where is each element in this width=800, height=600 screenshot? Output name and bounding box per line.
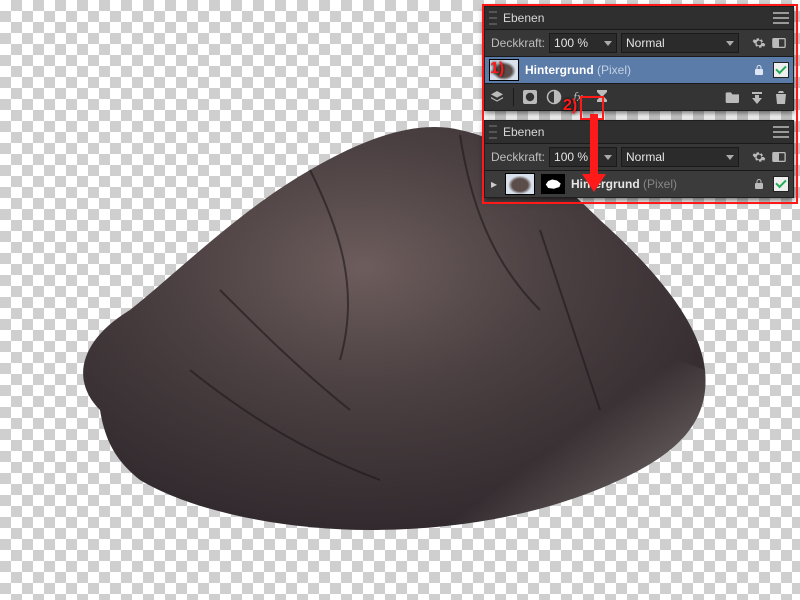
opacity-value-combo[interactable]: 100 % [549, 147, 617, 167]
layer-type: (Pixel) [597, 63, 631, 77]
layer-mask-thumbnail[interactable] [541, 174, 565, 194]
layers-toolbar: fx [485, 83, 793, 110]
layer-thumbnail[interactable] [489, 59, 519, 81]
layers-panel-before: Ebenen Deckkraft: 100 % Normal Hintergru… [484, 6, 794, 111]
opacity-row: Deckkraft: 100 % Normal [485, 30, 793, 57]
blend-mode-combo[interactable]: Normal [621, 147, 739, 167]
layer-thumbnail[interactable] [505, 173, 535, 195]
opacity-value: 100 % [554, 36, 588, 50]
blend-mode-value: Normal [626, 150, 665, 164]
merge-down-icon[interactable] [749, 89, 765, 105]
panel-menu-icon[interactable] [773, 12, 789, 24]
panel-title: Ebenen [503, 11, 773, 25]
panel-menu-icon[interactable] [773, 126, 789, 138]
layer-visible-checkbox[interactable] [773, 176, 789, 192]
layer-name: Hintergrund [571, 177, 640, 191]
delete-icon[interactable] [773, 89, 789, 105]
lock-icon[interactable] [751, 176, 767, 192]
adjustment-icon[interactable] [546, 89, 562, 105]
blend-mode-value: Normal [626, 36, 665, 50]
gear-icon[interactable] [751, 149, 767, 165]
layers-panel-after: Ebenen Deckkraft: 100 % Normal ▸ Hinterg… [484, 120, 794, 198]
blend-mode-combo[interactable]: Normal [621, 33, 739, 53]
fx-icon[interactable]: fx [570, 89, 586, 105]
live-filter-icon[interactable] [594, 89, 610, 105]
panel-header[interactable]: Ebenen [485, 7, 793, 30]
chevron-down-icon [726, 155, 734, 160]
lock-icon[interactable] [751, 62, 767, 78]
layer-name: Hintergrund [525, 63, 594, 77]
opacity-label: Deckkraft: [491, 150, 545, 164]
gear-icon[interactable] [751, 35, 767, 51]
panel-header[interactable]: Ebenen [485, 121, 793, 144]
opacity-label: Deckkraft: [491, 36, 545, 50]
panel-title: Ebenen [503, 125, 773, 139]
opacity-row: Deckkraft: 100 % Normal [485, 144, 793, 171]
layer-stack-icon[interactable] [489, 89, 505, 105]
group-folder-icon[interactable] [725, 89, 741, 105]
blend-ranges-icon[interactable] [771, 35, 787, 51]
mask-add-icon[interactable] [522, 89, 538, 105]
panel-grip-icon[interactable] [489, 11, 497, 25]
chevron-down-icon [604, 155, 612, 160]
layer-row-hintergrund[interactable]: Hintergrund (Pixel) [485, 57, 793, 83]
layer-row-hintergrund[interactable]: ▸ Hintergrund (Pixel) [485, 171, 793, 197]
chevron-down-icon [726, 41, 734, 46]
layer-visible-checkbox[interactable] [773, 62, 789, 78]
disclosure-triangle-icon[interactable]: ▸ [489, 177, 499, 191]
opacity-value-combo[interactable]: 100 % [549, 33, 617, 53]
blend-ranges-icon[interactable] [771, 149, 787, 165]
opacity-value: 100 % [554, 150, 588, 164]
chevron-down-icon [604, 41, 612, 46]
layer-type: (Pixel) [643, 177, 677, 191]
panel-grip-icon[interactable] [489, 125, 497, 139]
